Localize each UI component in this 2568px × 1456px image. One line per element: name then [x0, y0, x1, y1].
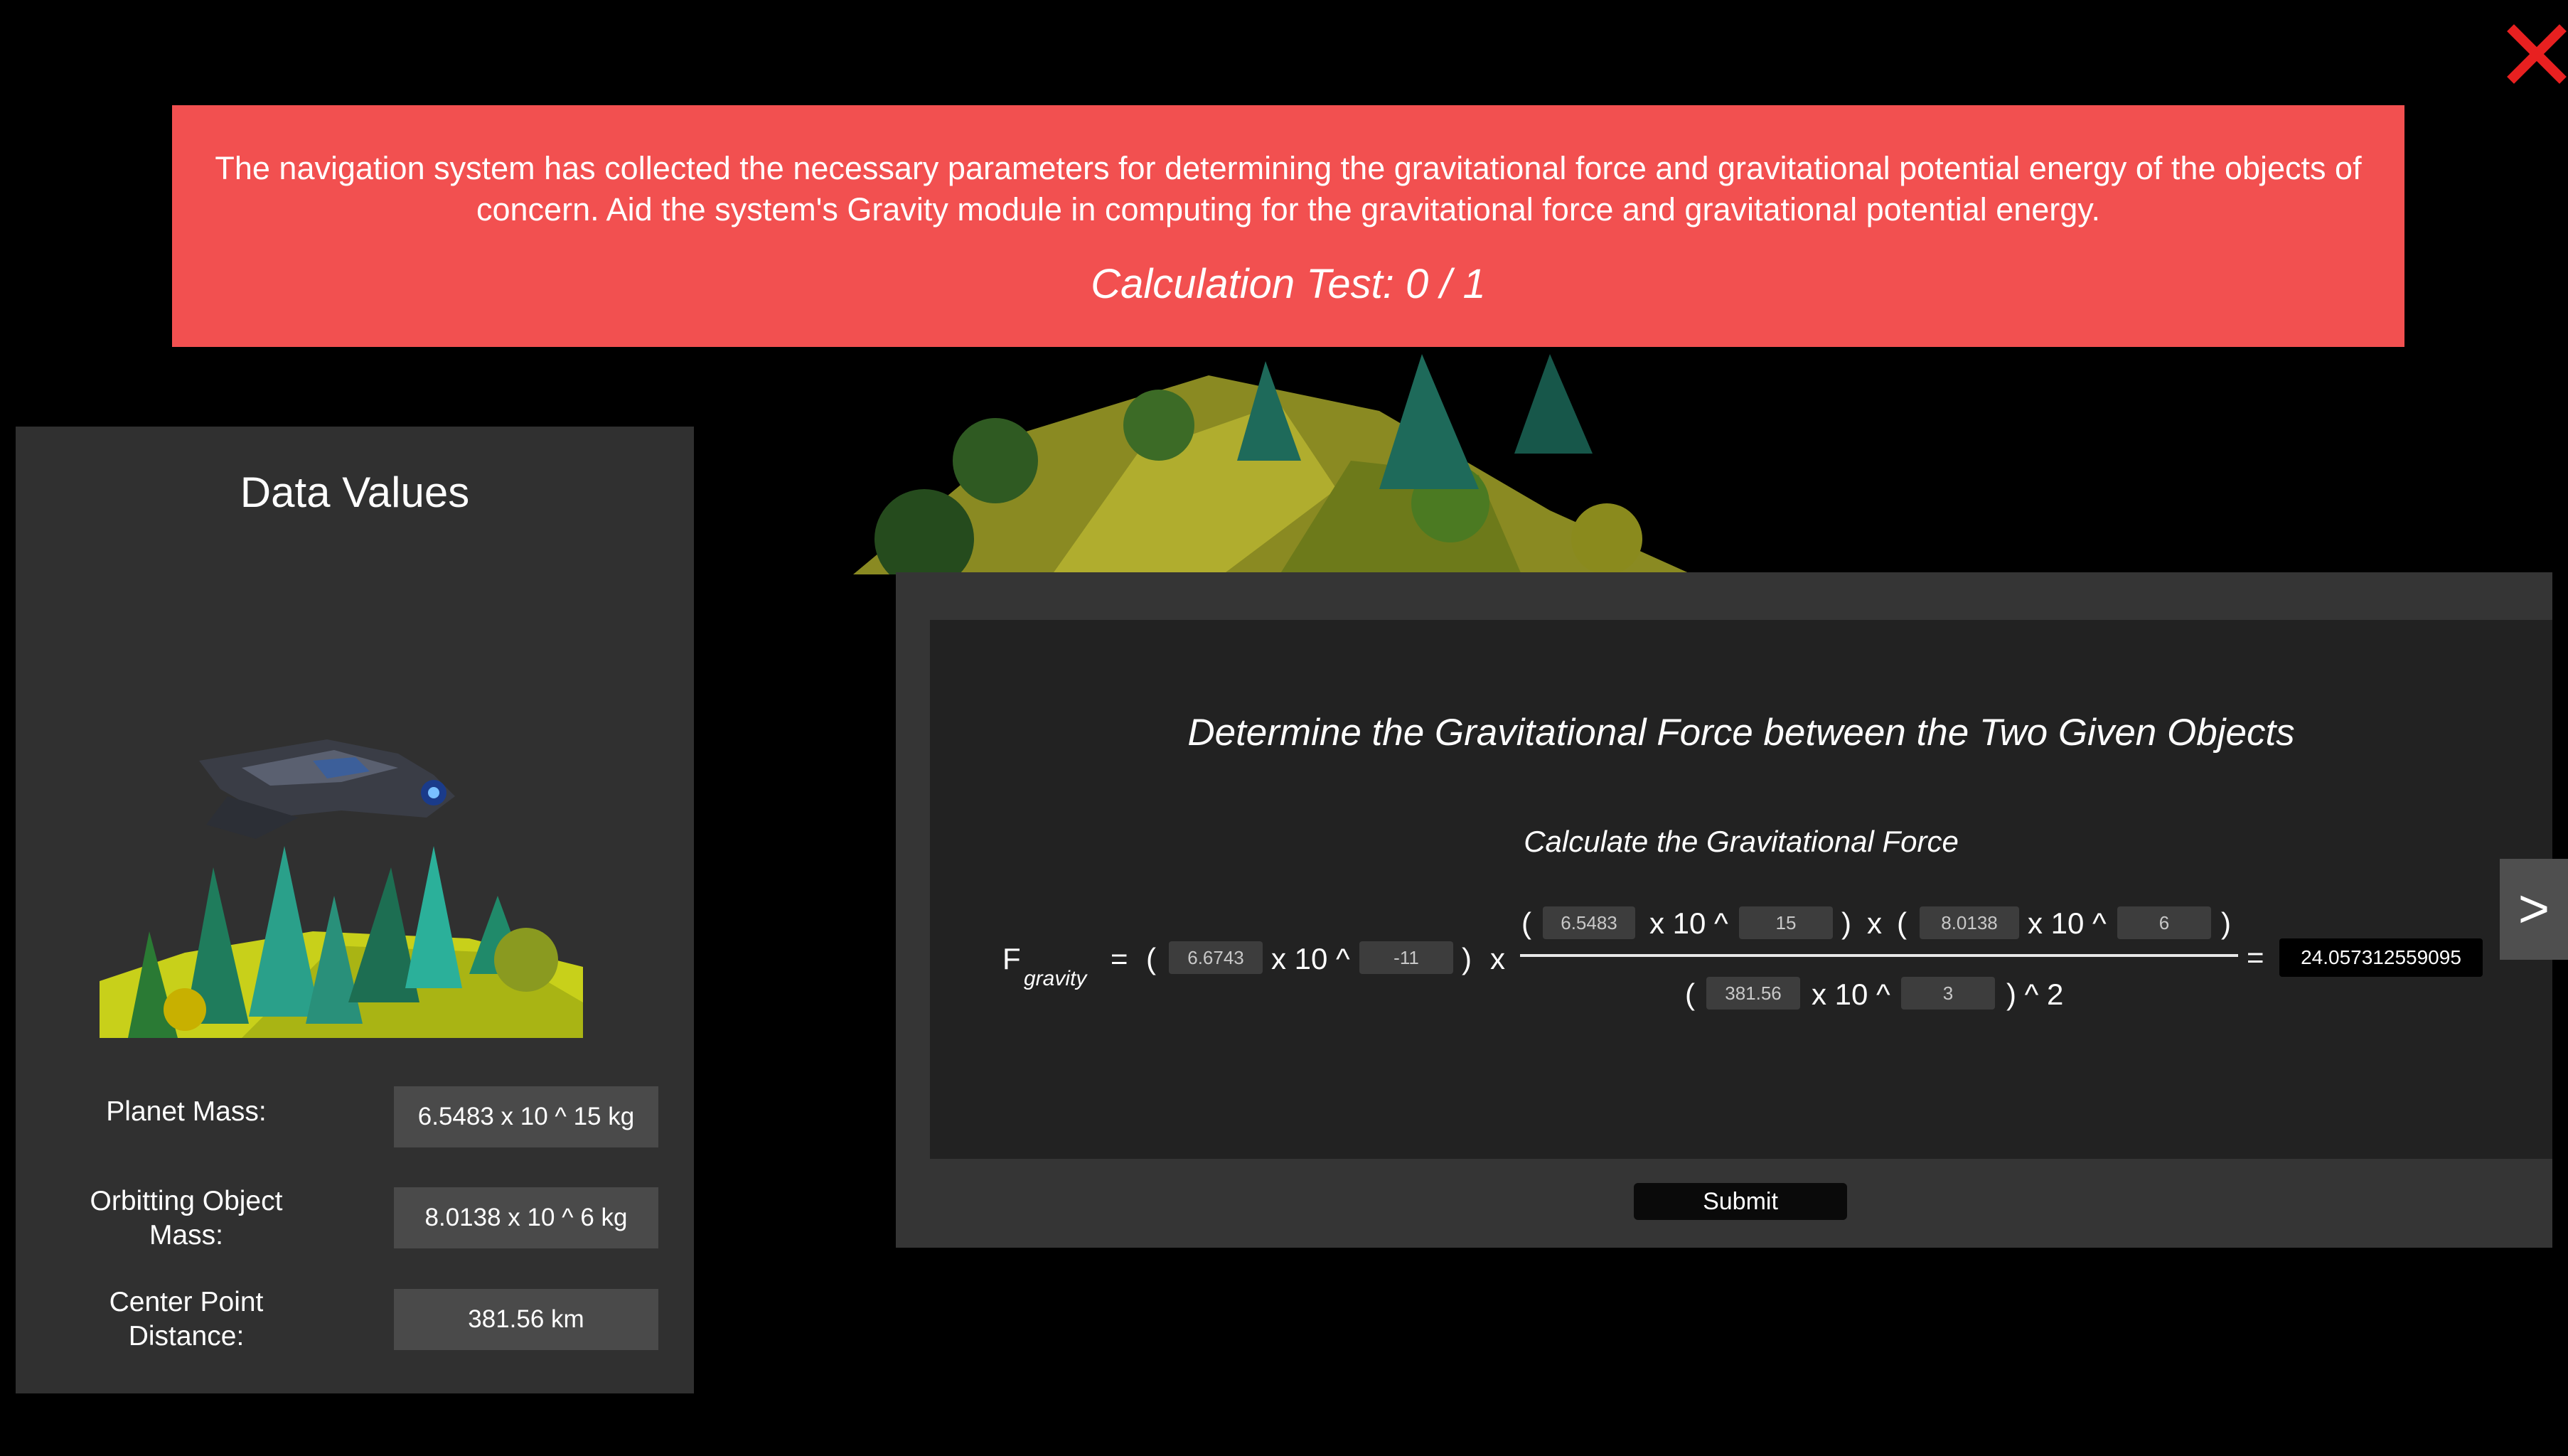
- times-ten-m2: x 10 ^: [2028, 906, 2107, 940]
- times-ten-g: x 10 ^: [1271, 942, 1350, 975]
- g-exponent-input[interactable]: -11: [1359, 941, 1453, 974]
- distance-value: 381.56 km: [394, 1289, 658, 1350]
- f-subscript: gravity: [1024, 967, 1087, 990]
- g-coefficient-input[interactable]: 6.6743: [1169, 941, 1263, 974]
- next-arrow-button[interactable]: >: [2500, 859, 2568, 960]
- result-field: 24.057312559095: [2279, 938, 2483, 977]
- r-exponent-input[interactable]: 3: [1901, 977, 1995, 1010]
- calculation-area: [930, 620, 2552, 1159]
- open-paren-r: (: [1685, 978, 1695, 1011]
- calculation-test-counter: Calculation Test: 0 / 1: [1091, 261, 1486, 307]
- instruction-text: The navigation system has collected the …: [215, 150, 2362, 228]
- squared-label: ) ^ 2: [2006, 978, 2064, 1011]
- open-paren-g: (: [1146, 942, 1156, 975]
- times-ten-m1: x 10 ^: [1649, 906, 1728, 940]
- m2-coefficient-input[interactable]: 8.0138: [1920, 906, 2019, 939]
- fraction-line: [1520, 954, 2238, 957]
- submit-button[interactable]: Submit: [1634, 1183, 1847, 1220]
- planet-mass-label: Planet Mass:: [106, 1096, 267, 1127]
- m2-exponent-input[interactable]: 6: [2117, 906, 2211, 939]
- orbit-mass-label: Orbitting Object Mass:: [90, 1186, 283, 1251]
- open-paren-m2: (: [1897, 906, 1907, 940]
- times-ten-r: x 10 ^: [1812, 978, 1890, 1011]
- times-sign-num: x: [1867, 906, 1882, 940]
- equals-result-sign: =: [2247, 941, 2264, 974]
- planet-scene: [839, 347, 1692, 589]
- equals-sign: =: [1111, 942, 1128, 975]
- orbit-mass-value: 8.0138 x 10 ^ 6 kg: [394, 1187, 658, 1248]
- f-label: F: [1002, 942, 1021, 975]
- close-paren-g: ): [1462, 942, 1472, 975]
- data-values-title: Data Values: [240, 469, 470, 516]
- m1-coefficient-input[interactable]: 6.5483: [1543, 906, 1635, 939]
- spaceship-planet-image: [100, 718, 583, 1038]
- instruction-banner: The navigation system has collected the …: [172, 105, 2404, 347]
- close-paren-m1: ): [1841, 906, 1851, 940]
- distance-label: Center Point Distance:: [109, 1287, 264, 1351]
- close-icon[interactable]: [2507, 24, 2567, 84]
- m1-exponent-input[interactable]: 15: [1739, 906, 1833, 939]
- times-sign: x: [1490, 942, 1505, 975]
- calculation-subtitle: Calculate the Gravitational Force: [1524, 825, 1959, 858]
- r-coefficient-input[interactable]: 381.56: [1706, 977, 1800, 1010]
- close-paren-m2: ): [2221, 906, 2231, 940]
- open-paren-m1: (: [1521, 906, 1531, 940]
- planet-mass-value: 6.5483 x 10 ^ 15 kg: [394, 1086, 658, 1147]
- calculation-title: Determine the Gravitational Force betwee…: [1187, 712, 2295, 754]
